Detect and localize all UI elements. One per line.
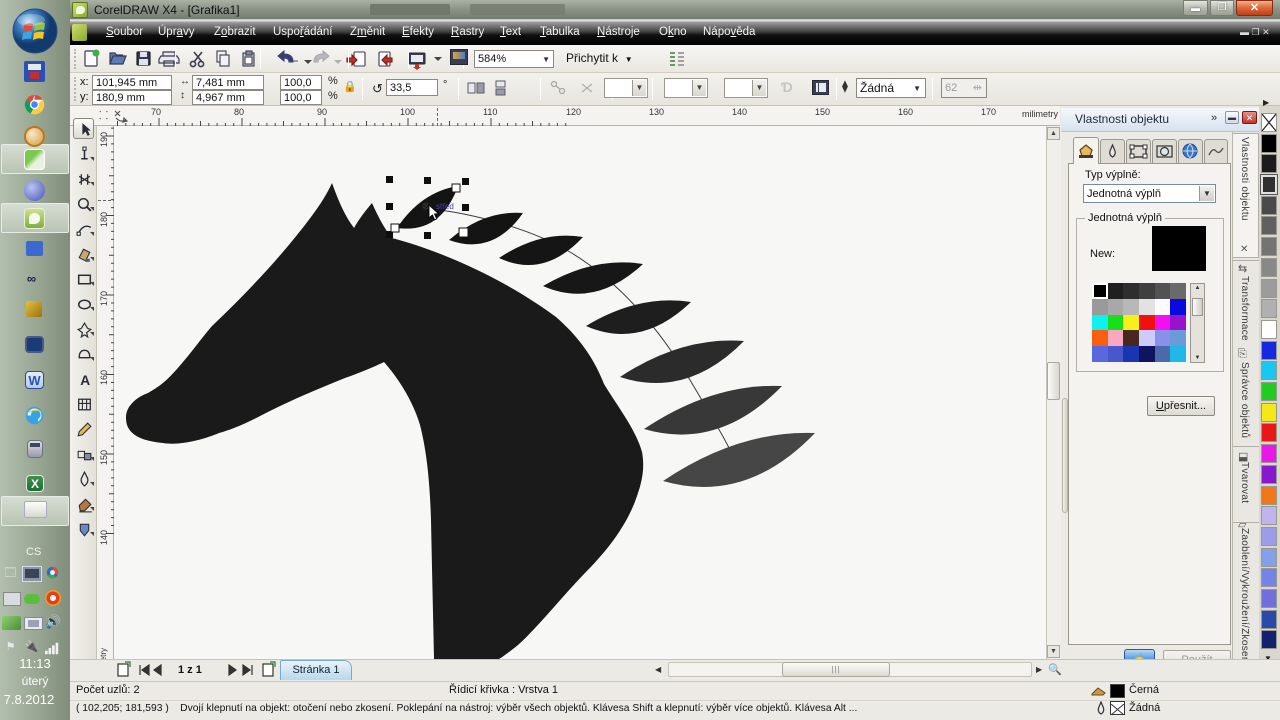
- svg-text:A: A: [80, 373, 90, 388]
- svg-text:střed: střed: [436, 202, 454, 211]
